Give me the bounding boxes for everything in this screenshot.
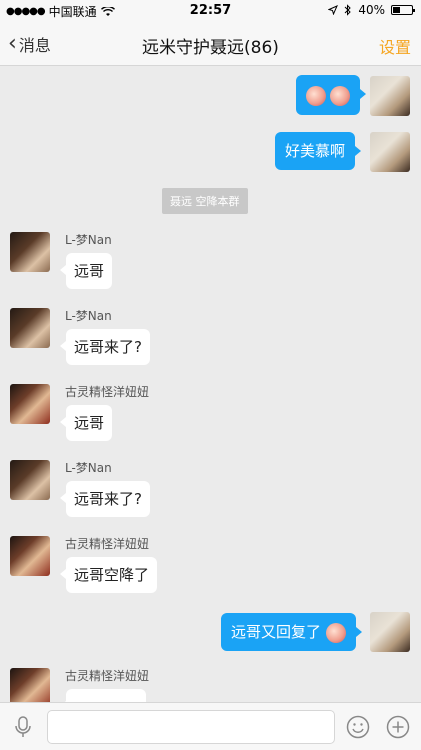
pig-face-icon [325, 622, 346, 643]
emoji-icon[interactable] [346, 715, 370, 739]
sender-name: L-梦Nan [65, 309, 112, 323]
message-text: 远哥又回复了 [231, 623, 322, 641]
message-text: 远哥来了? [74, 490, 142, 508]
battery-fill [393, 7, 401, 13]
incoming-message[interactable]: 远哥空降了 [59, 557, 158, 593]
pig-face-icon [330, 85, 350, 106]
outgoing-message[interactable] [296, 75, 366, 115]
avatar-sender[interactable] [10, 668, 50, 702]
incoming-message[interactable]: 远哥 [59, 405, 113, 441]
sender-name: 古灵精怪洋妞妞 [65, 385, 150, 399]
status-right: 40% [328, 3, 415, 17]
incoming-message[interactable]: 远哥来了? [60, 329, 150, 365]
sender-name: L-梦Nan [65, 233, 112, 247]
message-text: 远哥 [74, 414, 105, 432]
incoming-message[interactable]: 远哥 [59, 253, 113, 289]
settings-button[interactable]: 设置 [379, 34, 411, 58]
avatar-sender[interactable] [10, 536, 50, 576]
avatar-sender[interactable] [10, 460, 50, 500]
nav-bar: ‹ 消息 远米守护聂远(86) 设置 [0, 22, 421, 66]
avatar-sender[interactable] [10, 232, 50, 272]
status-bar: ●●●●● 中国联通 22:57 40% [0, 0, 421, 22]
avatar-self[interactable] [370, 612, 410, 652]
avatar-self[interactable] [370, 132, 410, 172]
message-text: 远哥 [74, 262, 105, 280]
input-bar [0, 702, 421, 750]
battery-icon [391, 5, 415, 15]
page-title: 远米守护聂远(86) [142, 38, 279, 58]
incoming-message[interactable] [60, 689, 146, 702]
message-text: 好美慕啊 [285, 142, 346, 160]
message-text: 远哥来了? [74, 338, 142, 356]
pig-face-icon [306, 85, 326, 106]
chat-area[interactable]: 好美慕啊 聂远 空降本群 L-梦Nan 远哥 L-梦Nan 远哥来了? 古灵精怪… [0, 67, 421, 702]
microphone-icon[interactable] [12, 715, 34, 739]
avatar-sender[interactable] [10, 308, 50, 348]
avatar-self[interactable] [370, 76, 410, 116]
message-input[interactable] [47, 710, 335, 744]
sender-name: L-梦Nan [65, 461, 112, 475]
message-text: 远哥空降了 [74, 566, 150, 584]
sender-name: 古灵精怪洋妞妞 [65, 537, 150, 551]
battery-percent: 40% [358, 3, 385, 17]
sender-name: 古灵精怪洋妞妞 [65, 669, 150, 683]
outgoing-message[interactable]: 远哥又回复了 [221, 613, 362, 651]
location-arrow-icon [328, 5, 339, 15]
avatar-sender[interactable] [10, 384, 50, 424]
outgoing-message[interactable]: 好美慕啊 [275, 132, 362, 170]
system-message: 聂远 空降本群 [162, 188, 248, 214]
incoming-message[interactable]: 远哥来了? [60, 481, 150, 517]
bluetooth-icon [344, 4, 352, 16]
plus-icon[interactable] [386, 715, 410, 739]
